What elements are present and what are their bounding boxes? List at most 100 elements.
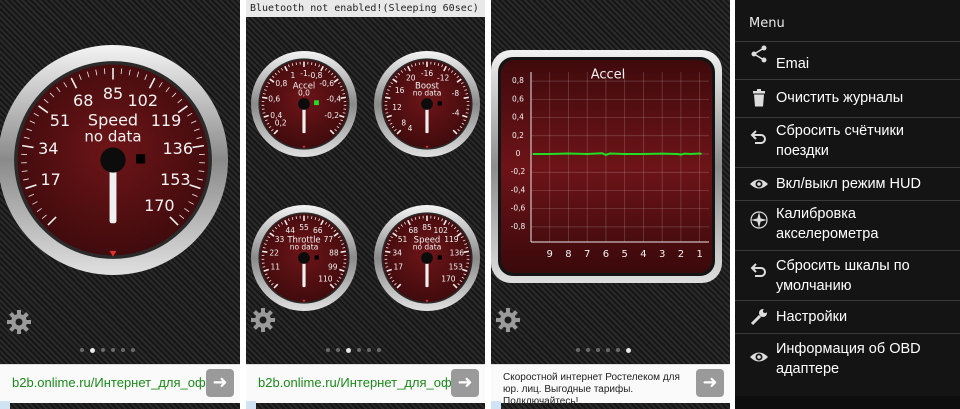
ad-info-icon[interactable] (491, 401, 501, 409)
chart-x-tick-label: 7 (584, 249, 590, 260)
page-dot[interactable] (616, 348, 620, 352)
gauge-status-indicator (437, 101, 442, 106)
gauge-tick-label: 99 (328, 262, 338, 271)
gauge-tick-label: 17 (40, 170, 60, 189)
share-icon (751, 45, 767, 63)
eye-icon (750, 352, 768, 362)
ad-arrow-button[interactable]: ➜ (451, 369, 479, 397)
menu-item-label: Калибровка акселерометра (776, 206, 879, 242)
gauge-tick-label: 51 (50, 111, 70, 130)
menu-bottom-edge (735, 396, 960, 409)
dashboard-screen-graph: 0,8 0,6 0,4 0,2 0 -0,2 -0,4 -0,6 -0,8 9 8 7 6 5 4 3 2 1 Ac… (491, 0, 730, 409)
page-dot[interactable] (596, 348, 600, 352)
ad-info-icon[interactable] (0, 401, 10, 409)
page-dot[interactable] (131, 348, 135, 352)
gauge-tick (261, 96, 268, 99)
gauge-needle-hub (421, 98, 433, 110)
page-dot[interactable] (377, 348, 381, 352)
chart-x-tick-label: 2 (678, 249, 684, 260)
chart-title: Accel (591, 68, 626, 83)
gauge-needle-hub (298, 252, 310, 264)
options-menu: Menu Emai Очистить журналы Сбросить счёт… (735, 0, 960, 409)
gauge-tick-label: 55 (299, 223, 309, 232)
menu-item-reset-scales[interactable]: Сбросить шкалы по умолчанию (735, 250, 960, 301)
page-indicator[interactable] (326, 347, 381, 356)
gauge-tick (384, 250, 391, 253)
page-dot[interactable] (357, 348, 361, 352)
page-dot[interactable] (101, 348, 105, 352)
speed-gauge: 17345168 85 102119136153170Speedno data (0, 45, 228, 275)
menu-item-clear-logs[interactable]: Очистить журналы (735, 79, 960, 118)
gauge-tick-label: 110 (318, 274, 333, 283)
ad-banner[interactable]: b2b.onlime.ru/Интернет_для_офиса ➜ (246, 364, 485, 409)
menu-item-calibrate-accel[interactable]: Калибровка акселерометра (735, 200, 960, 251)
page-dot-active[interactable] (346, 347, 351, 353)
chart-x-tick-label: 3 (659, 249, 665, 260)
page-dot[interactable] (121, 348, 125, 352)
page-indicator[interactable] (80, 347, 135, 356)
page-dot[interactable] (111, 348, 115, 352)
gauges-grid: -0,2-0,4-0,6-0,8-110,80,60,40,2Accel0,0-… (251, 51, 480, 311)
gauge-value-text: 0,0 (298, 88, 310, 97)
page-dot[interactable] (326, 348, 330, 352)
gauge-tick-label: 22 (269, 248, 279, 257)
page-dot-active[interactable] (90, 347, 95, 353)
page-indicator[interactable] (576, 347, 631, 356)
menu-item-label: Информация об OBD адаптере (776, 341, 921, 377)
ad-text[interactable]: b2b.onlime.ru/Интернет_для_офиса (258, 375, 473, 390)
chart-y-tick-label: 0 (516, 149, 521, 158)
settings-gear-icon[interactable] (495, 307, 521, 333)
gauge-tick (262, 266, 266, 268)
chart-series-line (532, 152, 702, 156)
ad-banner[interactable]: b2b.onlime.ru/Интернет_для_офиса ➜ (0, 364, 240, 409)
page-dot[interactable] (576, 348, 580, 352)
gauge-tick (465, 112, 469, 114)
ad-arrow-button[interactable]: ➜ (206, 369, 234, 397)
gauge-tick-label: 170 (441, 274, 456, 283)
gauge-tick-label: 17 (393, 262, 403, 271)
chart-y-tick-label: 0,8 (512, 76, 524, 85)
ad-info-icon[interactable] (246, 401, 256, 409)
page-dot[interactable] (367, 348, 371, 352)
page-dot[interactable] (336, 348, 340, 352)
menu-item-settings[interactable]: Настройки (735, 300, 960, 334)
menu-item-obd-info[interactable]: Информация об OBD адаптере (735, 333, 960, 384)
chart-x-tick-label: 6 (603, 249, 609, 260)
chart-x-tick-label: 1 (696, 249, 702, 260)
gauge-tick-label: -0,4 (327, 94, 342, 103)
gauge-tick-label: 102 (127, 91, 158, 110)
chart-y-tick-label: -0,2 (511, 167, 526, 176)
gauge-tick-label: -1 (300, 69, 308, 78)
menu-item-label: Вкл/выкл режим HUD (776, 176, 921, 192)
gauge-tick-label: 153 (160, 170, 191, 189)
page-dot[interactable] (606, 348, 610, 352)
trash-icon (753, 89, 765, 107)
page-dot[interactable] (80, 348, 84, 352)
gauge-status-indicator (314, 100, 319, 106)
ad-arrow-button[interactable]: ➜ (696, 369, 724, 397)
menu-item-label: Настройки (776, 309, 848, 325)
menu-item-hud-toggle[interactable]: Вкл/выкл режим HUD (735, 167, 960, 201)
settings-gear-icon[interactable] (6, 309, 32, 335)
menu-item-email[interactable]: Emai (735, 41, 960, 80)
chart-y-tick-label: 0,6 (512, 94, 524, 103)
ad-banner[interactable]: Скоростной интернет Ростелеком для юр. л… (491, 364, 730, 409)
gauge-tick-label: 102 (434, 226, 449, 235)
undo-icon (750, 130, 766, 144)
ad-text[interactable]: Скоростной интернет Ростелеком для юр. л… (503, 372, 693, 408)
page-dot[interactable] (586, 348, 590, 352)
gauge-tick-label: 0,8 (275, 79, 287, 88)
gauge-tick (262, 112, 266, 114)
settings-gear-icon[interactable] (250, 307, 276, 333)
gauge-tick (385, 112, 389, 114)
gauge-status-indicator (314, 255, 319, 260)
menu-item-reset-trip[interactable]: Сбросить счётчики поездки (735, 117, 960, 168)
ad-text[interactable]: b2b.onlime.ru/Интернет_для_офиса (12, 375, 227, 390)
page-dot-active[interactable] (626, 347, 631, 353)
gauge-tick-label: -0,2 (324, 111, 339, 120)
gauge-tick-label: 85 (422, 223, 432, 232)
gauge-tick (340, 250, 347, 253)
menu-item-label: Emai (776, 56, 810, 72)
gauge-tick-label: 85 (103, 84, 123, 103)
accel-chart: 0,8 0,6 0,4 0,2 0 -0,2 -0,4 -0,6 -0,8 9 8 7 6 5 4 3 2 1 Ac… (491, 50, 722, 283)
